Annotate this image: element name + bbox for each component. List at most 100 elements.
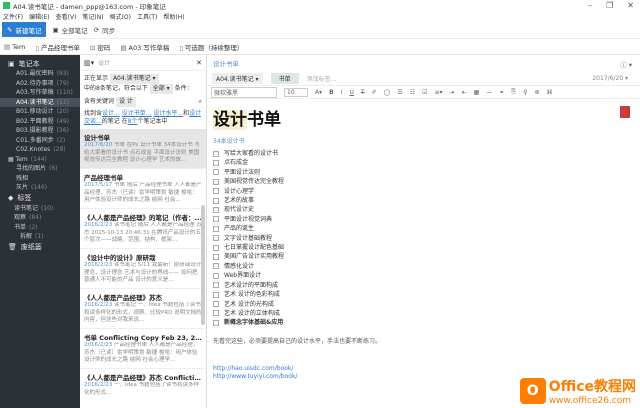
checkbox[interactable] — [213, 178, 219, 185]
font-color-icon[interactable]: A▾ — [315, 89, 322, 96]
checkbox[interactable] — [213, 150, 219, 157]
checkbox[interactable] — [213, 159, 219, 166]
save-search-icon[interactable]: ⌕ — [199, 97, 202, 107]
term-link[interactable]: 设计书单... — [122, 110, 152, 117]
close-button[interactable]: ✕ — [627, 1, 634, 10]
encrypt-icon[interactable]: ⊛ — [535, 89, 540, 96]
sidebar-item[interactable]: 拆解 (1) — [0, 232, 80, 242]
sidebar-item[interactable]: 观察 (84) — [0, 213, 80, 223]
checkbox-icon[interactable]: ☑ — [422, 89, 427, 96]
stack-tem[interactable]: ▦ Tem (144) — [0, 155, 80, 165]
sidebar-item[interactable]: 读书笔记 (10) — [0, 204, 80, 214]
menu-help[interactable]: 帮助(H) — [163, 12, 184, 21]
strikethrough-icon[interactable]: T — [361, 89, 365, 96]
sidebar-item[interactable]: 书单 (2) — [0, 223, 80, 233]
sync-button[interactable]: ⟳ 同步 — [94, 25, 115, 35]
checkbox[interactable] — [213, 169, 219, 176]
highlight-icon[interactable]: ✐ — [372, 89, 377, 96]
sidebar-item[interactable]: A01.最优密码 (93) — [0, 69, 80, 79]
sidebar-item[interactable]: B02.平面教程 (49) — [0, 117, 80, 127]
shortcut-pm-books[interactable]: ▯ 产品经理书单 — [35, 42, 80, 52]
numbered-list-icon[interactable]: ☷ — [410, 89, 415, 96]
tags-header[interactable]: ◆ 标签 — [0, 193, 80, 204]
checkbox[interactable] — [213, 301, 219, 307]
sidebar-item[interactable]: 残相 — [0, 174, 80, 184]
shortcut-tem[interactable]: ▤ Tem — [4, 43, 25, 51]
checkbox[interactable] — [213, 319, 219, 326]
checkbox[interactable] — [213, 291, 219, 298]
keyword-chip[interactable]: 设 计 — [115, 97, 136, 107]
note-content[interactable]: 设计书单 34本设计书 写给大家看的设计书 点石成金 平面设计法则 美国视觉传达完全教… — [207, 99, 640, 387]
menu-tools[interactable]: 工具(T) — [137, 12, 157, 21]
clear-format-icon[interactable]: ◯ — [384, 89, 391, 96]
note-list-item[interactable]: 产品经理书单 2017/5/17 书单 随后 产品经理书单 人人都是产品经理，苏杰… — [80, 169, 206, 209]
checkbox[interactable] — [213, 282, 219, 289]
bullet-list-icon[interactable]: ☰ — [397, 89, 402, 96]
indent-icon[interactable]: ⇥ — [450, 89, 455, 96]
url-link[interactable]: http://hao.uisdc.com/book/ — [213, 365, 634, 373]
checkbox[interactable] — [213, 197, 219, 204]
more-icon[interactable]: ⌘ — [547, 89, 553, 96]
note-list-item[interactable]: 书单 Conflicting Copy Feb 23, 2016 at...20… — [80, 329, 206, 369]
tag-chip[interactable]: 书单 — [270, 72, 299, 84]
menu-format[interactable]: 格式(O) — [110, 12, 131, 21]
sidebar-item[interactable]: B01.移动设计 (20) — [0, 107, 80, 117]
view-toggle-icon[interactable]: ▥▾ — [84, 59, 94, 67]
sidebar-item[interactable]: 灰片 (146) — [0, 183, 80, 193]
size-select[interactable]: 10 — [284, 87, 308, 97]
search-input[interactable] — [98, 59, 193, 66]
note-list-item[interactable]: 设计书单 2017/6/20 书单 在Ps 设计书单 34本设计书 写给大家看的设… — [80, 129, 206, 169]
minimize-button[interactable]: – — [588, 1, 592, 10]
checkbox[interactable] — [213, 253, 219, 260]
note-list-item[interactable]: 《人人都是产品经理》的笔记（作者：... 2016/2/23 读书笔记 随后 人人… — [80, 209, 206, 249]
notebooks-header[interactable]: ▣ 笔记本 — [0, 58, 80, 69]
maximize-button[interactable]: ❐ — [606, 1, 613, 10]
checkbox[interactable] — [213, 244, 219, 251]
attachment-icon[interactable]: ⎘ — [511, 88, 516, 96]
sidebar-item[interactable]: B03.摄影教程 (36) — [0, 126, 80, 136]
menu-file[interactable]: 文件(F) — [3, 12, 23, 21]
checkbox[interactable] — [213, 225, 219, 232]
add-tag-input[interactable]: 添加标签... — [307, 74, 337, 83]
shortcut-password[interactable]: ⊡ 密码 — [90, 42, 110, 52]
notebook-count-link[interactable]: 8个 — [128, 118, 138, 125]
sidebar-item[interactable]: C02.Knotes (28) — [0, 145, 80, 155]
notebook-selector[interactable]: A04.读书笔记 ▾ — [212, 72, 263, 84]
underline-icon[interactable]: U — [349, 89, 353, 96]
align-icon[interactable]: ≡▾ — [434, 89, 442, 96]
checkbox[interactable] — [213, 263, 219, 270]
note-list-item[interactable]: 《人人都是产品经理》苏杰 Conflicting ... 2016/2/23 一、… — [80, 369, 206, 408]
term-link[interactable]: 设计... — [102, 110, 120, 117]
italic-icon[interactable]: I — [341, 89, 343, 96]
checkbox[interactable] — [213, 235, 219, 242]
menu-view[interactable]: 查看(V) — [56, 12, 77, 21]
record-icon[interactable]: ♀ — [523, 89, 527, 96]
divider-icon[interactable]: — — [486, 89, 492, 96]
checkbox[interactable] — [213, 310, 219, 317]
all-filter[interactable]: 全部 ▾ — [149, 84, 173, 94]
shortcut-a03[interactable]: ▤ A03.写作草稿 — [120, 42, 169, 52]
menu-edit[interactable]: 编辑(E) — [29, 12, 49, 21]
term-link[interactable]: 设计水平... — [153, 110, 183, 117]
outdent-icon[interactable]: ⇤ — [462, 89, 467, 96]
shortcut-topics[interactable]: ▯ 可选题（持续整理） — [179, 42, 243, 52]
link-icon[interactable]: ⚭ — [499, 89, 504, 96]
trash-item[interactable]: 🗑 废纸篓 — [0, 242, 80, 253]
font-select[interactable]: 微软雅黑 — [211, 86, 277, 98]
all-notes-button[interactable]: ▣ 全部笔记 — [52, 25, 87, 35]
table-icon[interactable]: ▦ — [474, 89, 480, 96]
note-list-item[interactable]: 《设计中的设计》原研哉 2016/2/23 读书笔记 5/11 我最新！原研哉设计… — [80, 249, 206, 289]
notebook-filter[interactable]: A04.读书笔记 ▾ — [109, 74, 159, 84]
sidebar-item[interactable]: A04.读书笔记 (11) — [0, 97, 80, 107]
checkbox[interactable] — [213, 188, 219, 195]
checkbox[interactable] — [213, 272, 219, 279]
sidebar-item[interactable]: A03.写作草稿 (110) — [0, 88, 80, 98]
note-list-scrollbar[interactable] — [201, 205, 205, 325]
clear-search-icon[interactable]: ✕ — [196, 59, 202, 67]
menu-note[interactable]: 笔记(N) — [82, 12, 103, 21]
note-list-item[interactable]: 《人人都是产品经理》苏杰 2016/2/23 读书笔记 一、Idea 书籍包括了读… — [80, 289, 206, 329]
sidebar-item[interactable]: 寻找的图片 (6) — [0, 164, 80, 174]
note-date[interactable]: 2017/6/20 ▾ — [592, 75, 628, 82]
checkbox[interactable] — [213, 206, 219, 213]
sidebar-item[interactable]: A02.待办事项 (79) — [0, 79, 80, 89]
